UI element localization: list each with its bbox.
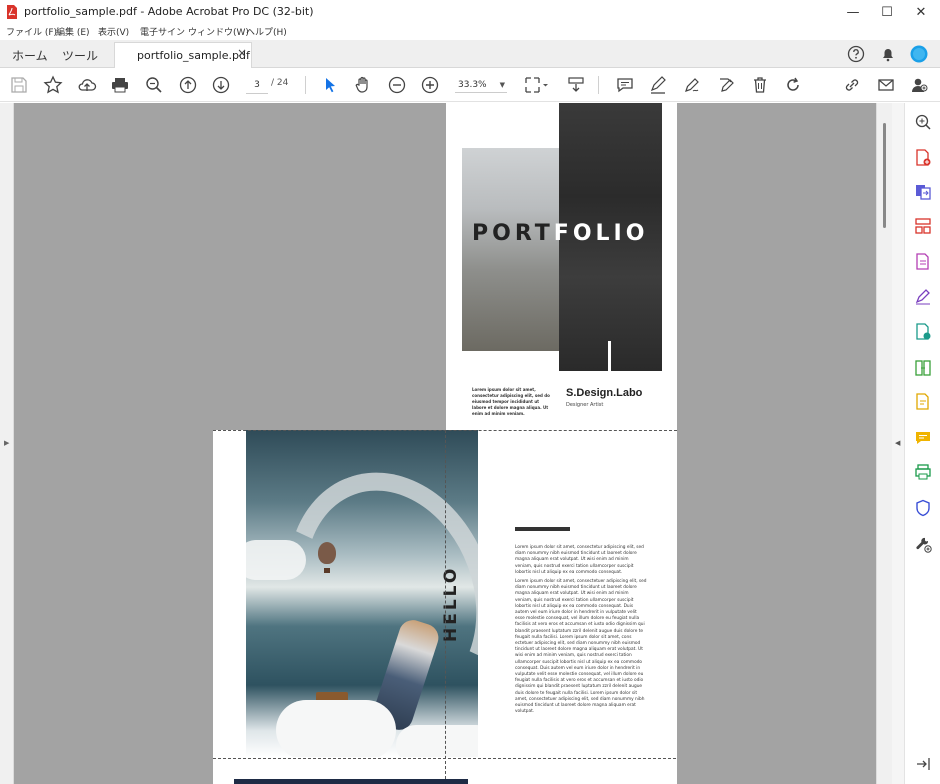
- heading-bar: [515, 527, 570, 531]
- cover-title: PORTFOLIO: [472, 221, 648, 246]
- draw-signature-icon[interactable]: [682, 75, 702, 95]
- create-pdf-icon[interactable]: [914, 149, 932, 167]
- minimize-button[interactable]: —: [836, 0, 870, 24]
- page-fit-icon[interactable]: [524, 75, 550, 95]
- edit-document-icon[interactable]: [914, 393, 932, 411]
- spread-paragraph-1: Lorem ipsum dolor sit amet, consectetur …: [515, 545, 644, 575]
- email-icon[interactable]: [876, 75, 896, 95]
- page-number-input[interactable]: 3: [246, 76, 268, 94]
- send-for-signature-icon[interactable]: [914, 323, 932, 341]
- hand-tool-icon[interactable]: [353, 75, 373, 95]
- toolbar: 3 / 24 33.3% ▼: [0, 68, 940, 102]
- scrollbar-thumb[interactable]: [883, 123, 886, 228]
- animal-stack-photo: [462, 148, 564, 351]
- save-icon[interactable]: [9, 75, 29, 95]
- collapse-tools-pane-icon[interactable]: [914, 755, 932, 773]
- menu-esign[interactable]: 電子サイン: [140, 25, 185, 38]
- tab-bar: ホーム ツール portfolio_sample.pdf ×: [0, 40, 940, 69]
- tab-document[interactable]: portfolio_sample.pdf ×: [114, 42, 252, 69]
- organize-pages-icon[interactable]: [914, 217, 932, 235]
- select-cursor-icon[interactable]: [320, 75, 340, 95]
- cover-title-light: FOLIO: [553, 221, 649, 246]
- share-user-icon[interactable]: [909, 75, 929, 95]
- balloon-basket-shape: [324, 568, 330, 573]
- search-zoom-icon[interactable]: [914, 113, 932, 131]
- hot-air-balloon-shape: [318, 542, 336, 564]
- zoom-out-icon[interactable]: [387, 75, 407, 95]
- cover-white-stripe: [608, 341, 611, 373]
- expand-left-arrow-icon[interactable]: ▶: [4, 439, 9, 447]
- window-title: portfolio_sample.pdf - Adobe Acrobat Pro…: [24, 5, 314, 18]
- menu-file[interactable]: ファイル (F): [6, 25, 57, 38]
- cover-role: Designer Artist: [566, 402, 604, 408]
- previous-page-icon[interactable]: [178, 75, 198, 95]
- zoom-in-icon[interactable]: [420, 75, 440, 95]
- avatar[interactable]: [910, 45, 928, 63]
- vertical-scrollbar[interactable]: [876, 103, 892, 784]
- right-pane-toggle[interactable]: ◀: [892, 103, 904, 784]
- help-icon[interactable]: [847, 45, 865, 63]
- spread-heading: HELLO: [441, 565, 461, 642]
- zoom-level-dropdown[interactable]: 33.3% ▼: [455, 77, 507, 93]
- export-pdf-icon[interactable]: [914, 253, 932, 271]
- compare-files-icon[interactable]: [914, 359, 932, 377]
- toolbar-divider: [598, 76, 599, 94]
- delete-icon[interactable]: [750, 75, 770, 95]
- spread-paragraph-2: Lorem ipsum dolor sit amet, consectetuer…: [515, 579, 647, 715]
- collapse-pane-arrow-icon[interactable]: ◀: [895, 439, 900, 447]
- star-icon[interactable]: [43, 75, 63, 95]
- more-tools-icon[interactable]: [914, 535, 932, 553]
- next-page-navy-strip: [234, 779, 468, 784]
- cloud-shape: [396, 725, 478, 757]
- menu-edit[interactable]: 編集 (E): [56, 25, 90, 38]
- comment-icon[interactable]: [615, 75, 635, 95]
- menu-bar: ファイル (F) 編集 (E) 表示(V) 電子サイン ウィンドウ(W) ヘルプ…: [0, 24, 940, 40]
- highlight-pen-icon[interactable]: [648, 75, 668, 95]
- spread-body-text: Lorem ipsum dolor sit amet, consectetur …: [515, 545, 647, 718]
- rotate-icon[interactable]: [783, 75, 803, 95]
- comment-tool-icon[interactable]: [914, 429, 932, 447]
- close-button[interactable]: ✕: [904, 0, 938, 24]
- print-icon[interactable]: [110, 75, 130, 95]
- cover-brand-name: S.Design.Labo: [566, 387, 643, 399]
- tab-home[interactable]: ホーム: [12, 47, 48, 64]
- pdf-page-cover: PORTFOLIO Lorem ipsum dolor sit amet, co…: [446, 103, 677, 431]
- left-navigation-toggle[interactable]: ▶: [0, 103, 14, 784]
- chevron-down-icon: ▼: [499, 81, 505, 89]
- toolbar-divider: [305, 76, 306, 94]
- close-tab-icon[interactable]: ×: [237, 46, 247, 60]
- page-total: / 24: [271, 78, 289, 88]
- menu-window[interactable]: ウィンドウ(W): [188, 25, 249, 38]
- scroll-mode-icon[interactable]: [566, 75, 586, 95]
- fill-sign-icon[interactable]: [914, 287, 932, 305]
- cloud-upload-icon[interactable]: [77, 75, 97, 95]
- bleed-guide-line: [445, 430, 446, 784]
- menu-view[interactable]: 表示(V): [98, 25, 129, 38]
- zoom-level-value: 33.3%: [458, 80, 487, 90]
- tools-pane: [904, 103, 940, 784]
- document-view[interactable]: PORTFOLIO Lorem ipsum dolor sit amet, co…: [14, 103, 876, 784]
- notification-bell-icon[interactable]: [879, 45, 897, 63]
- print-production-icon[interactable]: [914, 463, 932, 481]
- document-tab-label: portfolio_sample.pdf: [137, 49, 250, 62]
- acrobat-icon: [7, 5, 17, 19]
- menu-help[interactable]: ヘルプ(H): [246, 25, 287, 38]
- link-icon[interactable]: [842, 75, 862, 95]
- title-bar: portfolio_sample.pdf - Adobe Acrobat Pro…: [0, 0, 940, 24]
- edit-pdf-icon[interactable]: [716, 75, 736, 95]
- cover-title-dark: PORT: [472, 221, 554, 246]
- tab-tools[interactable]: ツール: [62, 47, 98, 64]
- cloud-shape: [276, 700, 396, 757]
- combine-files-icon[interactable]: [914, 183, 932, 201]
- next-page-icon[interactable]: [211, 75, 231, 95]
- cover-body-text: Lorem ipsum dolor sit amet, consectetur …: [472, 387, 550, 416]
- protect-shield-icon[interactable]: [914, 499, 932, 517]
- maximize-button[interactable]: ☐: [870, 0, 904, 24]
- zoom-search-icon[interactable]: [144, 75, 164, 95]
